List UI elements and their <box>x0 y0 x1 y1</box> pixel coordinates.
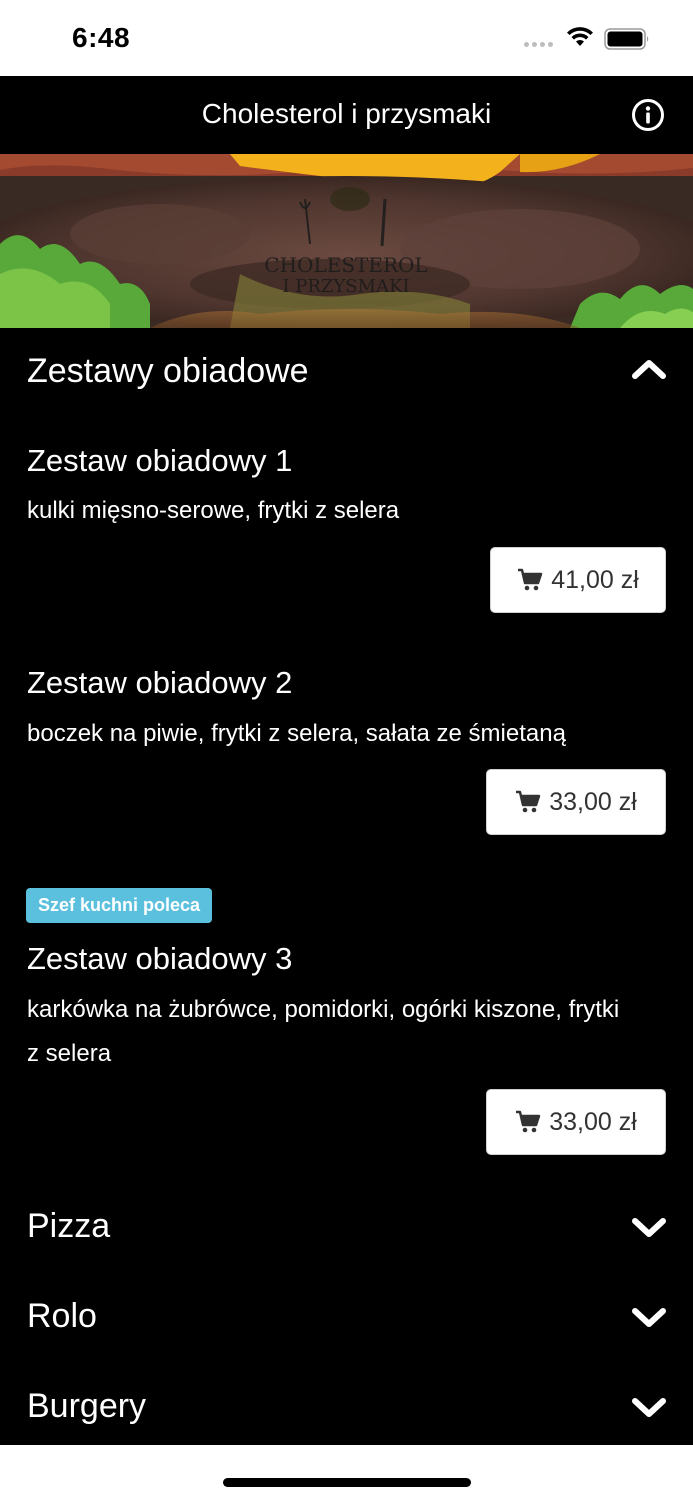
status-time: 6:48 <box>72 22 131 53</box>
chevron-down-icon <box>632 1218 666 1237</box>
section-title: Pizza <box>27 1207 111 1245</box>
price-label: 41,00 zł <box>551 565 639 594</box>
home-indicator-area <box>0 1445 693 1500</box>
wifi-icon <box>567 27 593 46</box>
item-description: karkówka na żubrówce, pomidorki, ogórki … <box>27 996 620 1067</box>
item-description: boczek na piwie, frytki z selera, sałata… <box>27 720 566 747</box>
chevron-down-icon <box>632 1308 666 1327</box>
navigation-bar: Cholesterol i przysmaki <box>0 76 693 154</box>
hero-logo-line1: CHOLESTEROL <box>264 253 427 277</box>
nav-title: Cholesterol i przysmaki <box>201 98 492 129</box>
section-header-burgery[interactable]: Burgery <box>0 1363 693 1443</box>
cellular-signal-icon <box>524 42 553 47</box>
hero-logo-line2: I PRZYSMAKI <box>282 276 409 297</box>
price-label: 33,00 zł <box>549 787 637 816</box>
cart-icon <box>516 1110 541 1133</box>
section-title: Burgery <box>27 1387 147 1425</box>
cart-icon <box>516 790 541 813</box>
section-title: Rolo <box>27 1297 97 1335</box>
chevron-down-icon <box>632 1398 666 1417</box>
chevron-up-icon <box>632 360 666 379</box>
info-icon[interactable] <box>631 98 665 132</box>
item-title: Zestaw obiadowy 1 <box>27 443 293 478</box>
price-label: 33,00 zł <box>549 1107 637 1136</box>
item-description: kulki mięsno-serowe, frytki z selera <box>27 497 400 524</box>
hero-banner-image: CHOLESTEROL I PRZYSMAKI <box>0 154 693 328</box>
menu-content: Zestawy obiadowe Zestaw obiadowy 1 kulki… <box>0 328 693 1445</box>
section-header-rolo[interactable]: Rolo <box>0 1273 693 1353</box>
chef-recommends-badge: Szef kuchni poleca <box>26 888 213 923</box>
burger-photo: CHOLESTEROL I PRZYSMAKI <box>0 154 693 328</box>
section-title: Zestawy obiadowe <box>27 352 309 390</box>
home-indicator[interactable] <box>223 1478 471 1487</box>
item-title: Zestaw obiadowy 3 <box>27 941 293 976</box>
section-header-zestawy-obiadowe[interactable]: Zestawy obiadowe <box>0 328 693 408</box>
add-to-cart-button[interactable]: 33,00 zł <box>486 1089 666 1155</box>
cart-icon <box>518 568 543 591</box>
status-bar: 6:48 <box>0 0 693 76</box>
item-title: Zestaw obiadowy 2 <box>27 665 293 700</box>
section-header-pizza[interactable]: Pizza <box>0 1183 693 1263</box>
battery-icon <box>604 28 649 50</box>
add-to-cart-button[interactable]: 33,00 zł <box>486 769 666 835</box>
add-to-cart-button[interactable]: 41,00 zł <box>490 547 666 613</box>
